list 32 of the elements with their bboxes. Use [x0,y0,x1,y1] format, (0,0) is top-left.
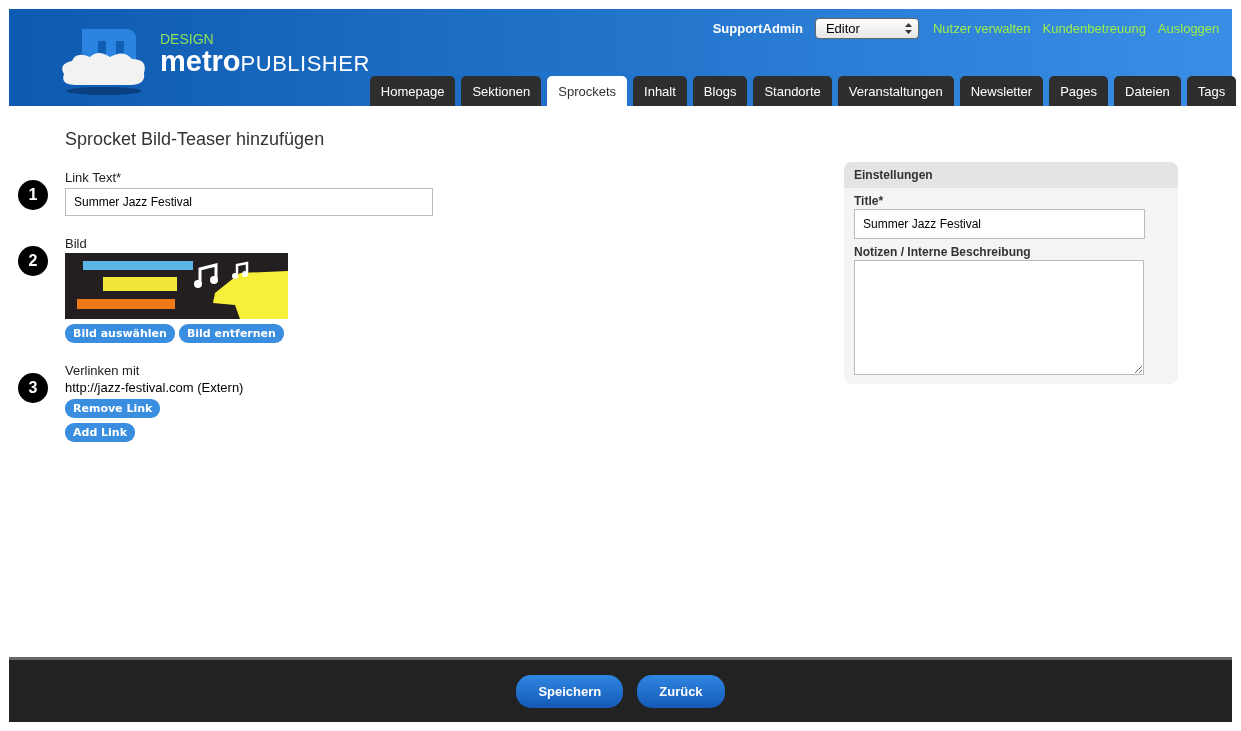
field-label: Bild [65,236,88,251]
logo-tagline: DESIGN [160,32,215,46]
link-url: http://jazz-festival.com (Extern) [65,380,244,395]
nav-tab[interactable]: Homepage [369,76,456,106]
field-label: Title* [854,194,885,208]
footer-button[interactable]: Speichern [516,674,624,708]
field-label: Notizen / Interne Beschreibung [854,245,1032,259]
nav-tab[interactable]: Standorte [753,76,832,106]
step-number: 3 [18,373,48,403]
logo-wordmark: metroPUBLISHER [160,46,370,79]
title-field[interactable]: Summer Jazz Festival [854,209,1145,239]
nav-tab[interactable]: Tags [1186,76,1237,106]
nav-tab[interactable]: Veranstaltungen [837,76,954,106]
step-number: 2 [18,246,48,276]
username: SupportAdmin [712,21,803,36]
updown-arrows-icon [904,23,912,34]
field-label: Link Text* [65,170,123,185]
nav-tab[interactable]: Sektionen [461,76,542,106]
link-text-field[interactable]: Summer Jazz Festival [65,188,433,216]
nav-tab[interactable]: Inhalt [633,76,687,106]
notes-field[interactable] [854,260,1144,375]
footer-button[interactable]: Zurück [637,674,725,708]
panel-title: Einstellungen [844,162,1178,188]
nav-tab[interactable]: Sprockets [547,76,628,106]
nav-tab[interactable]: Dateien [1114,76,1181,106]
step-number: 1 [18,180,48,210]
nav-tab[interactable]: Newsletter [959,76,1044,106]
field-label: Verlinken mit [65,363,141,378]
nav-tab[interactable]: Pages [1049,76,1109,106]
role-select[interactable]: Editor [814,18,919,39]
page-title: Sprocket Bild-Teaser hinzufügen [65,129,326,150]
nav-tab[interactable]: Blogs [692,76,748,106]
